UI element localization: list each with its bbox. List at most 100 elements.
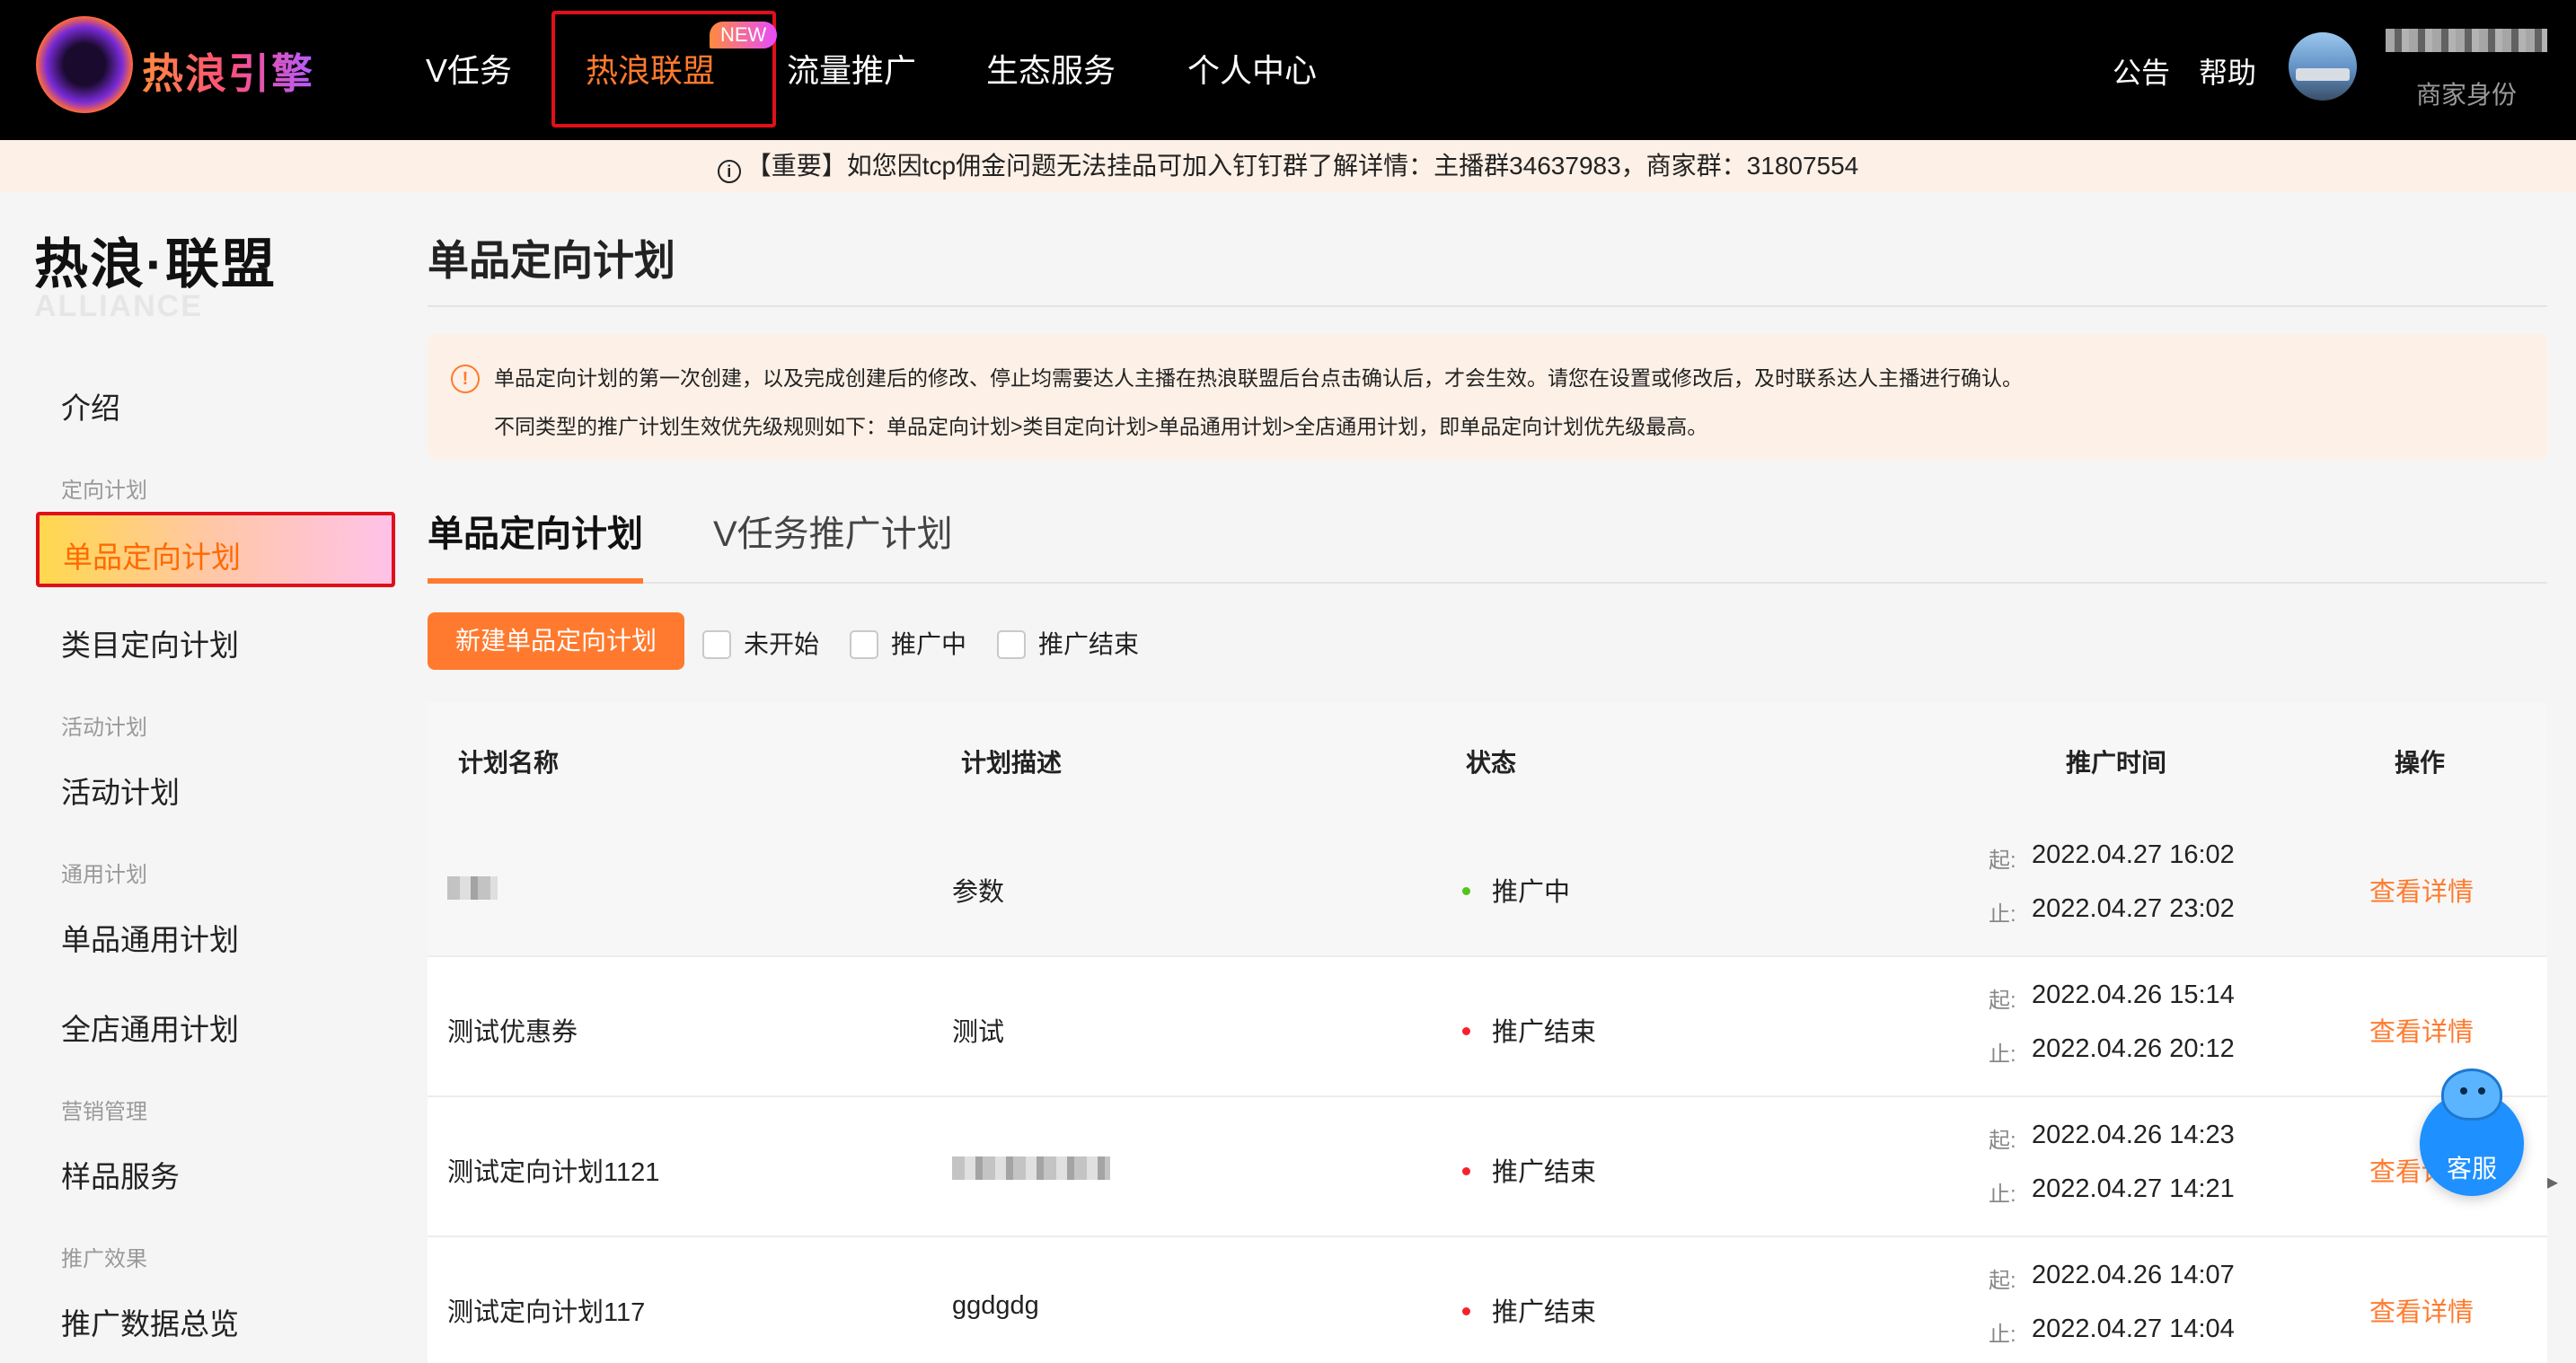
column-header-status: 状态 (1466, 749, 1517, 777)
status-cell: 推广结束 (1462, 1151, 1596, 1189)
sidebar-item-store-general[interactable]: 全店通用计划 (61, 1006, 239, 1049)
sidebar-item-single-targeted[interactable]: 单品定向计划 (36, 512, 395, 587)
top-navbar: 热浪引擎 V任务 热浪联盟 NEW 流量推广 生态服务 个人中心 公告 帮助 商… (0, 0, 2576, 140)
customer-service-button[interactable]: 客服 (2420, 1068, 2524, 1196)
plan-desc-redacted (952, 1156, 1110, 1180)
table-row: 测试定向计划1121 推广结束 起: 2022.04.26 14:23 止: 2… (428, 1097, 2547, 1237)
end-time: 2022.04.27 23:02 (2032, 894, 2235, 923)
sidebar-brand-subtitle: ALLIANCE (34, 289, 203, 323)
column-header-desc: 计划描述 (961, 749, 1063, 777)
main-content: 单品定向计划 ! 单品定向计划的第一次创建，以及完成创建后的修改、停止均需要达人… (428, 192, 2547, 1363)
tip-box: ! 单品定向计划的第一次创建，以及完成创建后的修改、停止均需要达人主播在热浪联盟… (428, 334, 2547, 460)
status-cell: 推广中 (1462, 871, 1570, 909)
status-cell: 推广结束 (1462, 1291, 1596, 1329)
nav-item-alliance[interactable]: 热浪联盟 (586, 45, 715, 92)
end-time: 2022.04.27 14:04 (2032, 1315, 2235, 1343)
help-link[interactable]: 帮助 (2199, 50, 2256, 92)
status-dot-ended (1462, 1307, 1470, 1315)
plan-desc: 测试 (952, 1018, 1005, 1047)
sidebar-item-single-general[interactable]: 单品通用计划 (61, 916, 239, 959)
filter-label: 推广结束 (1038, 630, 1140, 658)
sidebar-brand-title: 热浪·联盟 (34, 234, 277, 295)
avatar[interactable] (2289, 32, 2357, 101)
announcement-link[interactable]: 公告 (2113, 50, 2170, 92)
start-time: 2022.04.26 14:07 (2032, 1261, 2235, 1289)
status-text: 推广结束 (1492, 1018, 1597, 1047)
end-label: 止: (1989, 902, 2016, 927)
user-name-redacted (2386, 29, 2547, 52)
logo-orb-icon (36, 16, 133, 113)
column-header-name: 计划名称 (458, 749, 560, 777)
end-label: 止: (1989, 1183, 2016, 1207)
user-role: 商家身份 (2416, 81, 2518, 109)
sidebar-item-activity-plan[interactable]: 活动计划 (61, 769, 180, 812)
sidebar-group-activity: 活动计划 (61, 716, 147, 740)
checkbox[interactable] (702, 630, 731, 659)
brand-logo[interactable]: 热浪引擎 (36, 16, 323, 124)
sidebar-item-intro[interactable]: 介绍 (61, 384, 120, 427)
active-tab-underline (428, 578, 643, 584)
sidebar-group-effect: 推广效果 (61, 1247, 147, 1271)
column-header-time: 推广时间 (2066, 749, 2167, 777)
column-header-action: 操作 (2395, 749, 2446, 777)
warning-icon: ! (451, 365, 480, 393)
start-time: 2022.04.26 14:23 (2032, 1121, 2235, 1149)
new-badge: NEW (710, 22, 778, 48)
table-row: 参数 推广中 起: 2022.04.27 16:02 止: 2022.04.27… (428, 817, 2547, 957)
tab-single-targeted[interactable]: 单品定向计划 (428, 505, 643, 557)
start-time: 2022.04.26 15:14 (2032, 980, 2235, 1009)
start-label: 起: (1989, 849, 2016, 873)
filter-label: 推广中 (891, 630, 967, 658)
table-row: 测试优惠券 测试 推广结束 起: 2022.04.26 15:14 止: 202… (428, 957, 2547, 1097)
plan-desc: 参数 (952, 878, 1005, 907)
elephant-mascot-icon (2441, 1068, 2502, 1121)
chevron-right-icon[interactable]: ▸ (2547, 1169, 2558, 1195)
filter-in-progress[interactable]: 推广中 (850, 625, 967, 659)
checkbox[interactable] (997, 630, 1026, 659)
plans-table: 计划名称 计划描述 状态 推广时间 操作 参数 推广中 起: 2022.04.2… (428, 702, 2547, 1363)
plan-tabs: 单品定向计划 V任务推广计划 (428, 505, 2547, 584)
new-plan-button[interactable]: 新建单品定向计划 (428, 612, 684, 670)
sidebar-group-marketing: 营销管理 (61, 1100, 147, 1124)
table-header: 计划名称 计划描述 状态 推广时间 操作 (428, 702, 2547, 817)
view-details-link[interactable]: 查看详情 (2369, 871, 2474, 909)
table-row: 测试定向计划117 ggdgdg 推广结束 起: 2022.04.26 14:0… (428, 1237, 2547, 1363)
plan-desc: ggdgdg (952, 1291, 1039, 1320)
sidebar: 热浪·联盟 ALLIANCE 介绍 定向计划 单品定向计划 类目定向计划 活动计… (0, 192, 413, 1363)
start-label: 起: (1989, 1269, 2016, 1293)
end-label: 止: (1989, 1042, 2016, 1067)
view-details-link[interactable]: 查看详情 (2369, 1291, 2474, 1329)
nav-item-ecosystem[interactable]: 生态服务 (986, 45, 1116, 92)
sidebar-item-label: 单品定向计划 (63, 541, 241, 574)
status-dot-ended (1462, 1167, 1470, 1175)
sidebar-group-general: 通用计划 (61, 863, 147, 887)
info-icon: i (717, 160, 741, 183)
notice-text: 【重要】如您因tcp佣金问题无法挂品可加入钉钉群了解详情：主播群34637983… (745, 152, 1859, 180)
start-label: 起: (1989, 1129, 2016, 1153)
checkbox[interactable] (850, 630, 878, 659)
sidebar-item-category-targeted[interactable]: 类目定向计划 (61, 621, 239, 664)
plan-name-redacted (447, 876, 498, 900)
start-time: 2022.04.27 16:02 (2032, 840, 2235, 869)
start-label: 起: (1989, 989, 2016, 1013)
tab-v-task-plan[interactable]: V任务推广计划 (713, 505, 953, 557)
plan-name: 测试定向计划117 (447, 1298, 646, 1327)
page-title: 单品定向计划 (428, 237, 675, 284)
nav-item-v-task[interactable]: V任务 (426, 45, 512, 92)
status-cell: 推广结束 (1462, 1011, 1596, 1049)
plan-name: 测试优惠券 (447, 1018, 578, 1047)
customer-service-label: 客服 (2446, 1155, 2497, 1183)
sidebar-item-sample-service[interactable]: 样品服务 (61, 1153, 180, 1196)
view-details-link[interactable]: 查看详情 (2369, 1011, 2474, 1049)
nav-item-traffic[interactable]: 流量推广 (787, 45, 916, 92)
status-text: 推广结束 (1492, 1298, 1597, 1327)
tip-line-1: 单品定向计划的第一次创建，以及完成创建后的修改、停止均需要达人主播在热浪联盟后台… (494, 366, 2023, 390)
filter-ended[interactable]: 推广结束 (997, 625, 1140, 659)
filter-not-started[interactable]: 未开始 (702, 625, 819, 659)
status-text: 推广结束 (1492, 1158, 1597, 1187)
nav-item-personal-center[interactable]: 个人中心 (1187, 45, 1317, 92)
status-text: 推广中 (1492, 878, 1571, 907)
status-dot-active (1462, 887, 1470, 895)
notice-bar: i 【重要】如您因tcp佣金问题无法挂品可加入钉钉群了解详情：主播群3463798… (0, 140, 2576, 192)
sidebar-item-data-overview[interactable]: 推广数据总览 (61, 1300, 239, 1343)
